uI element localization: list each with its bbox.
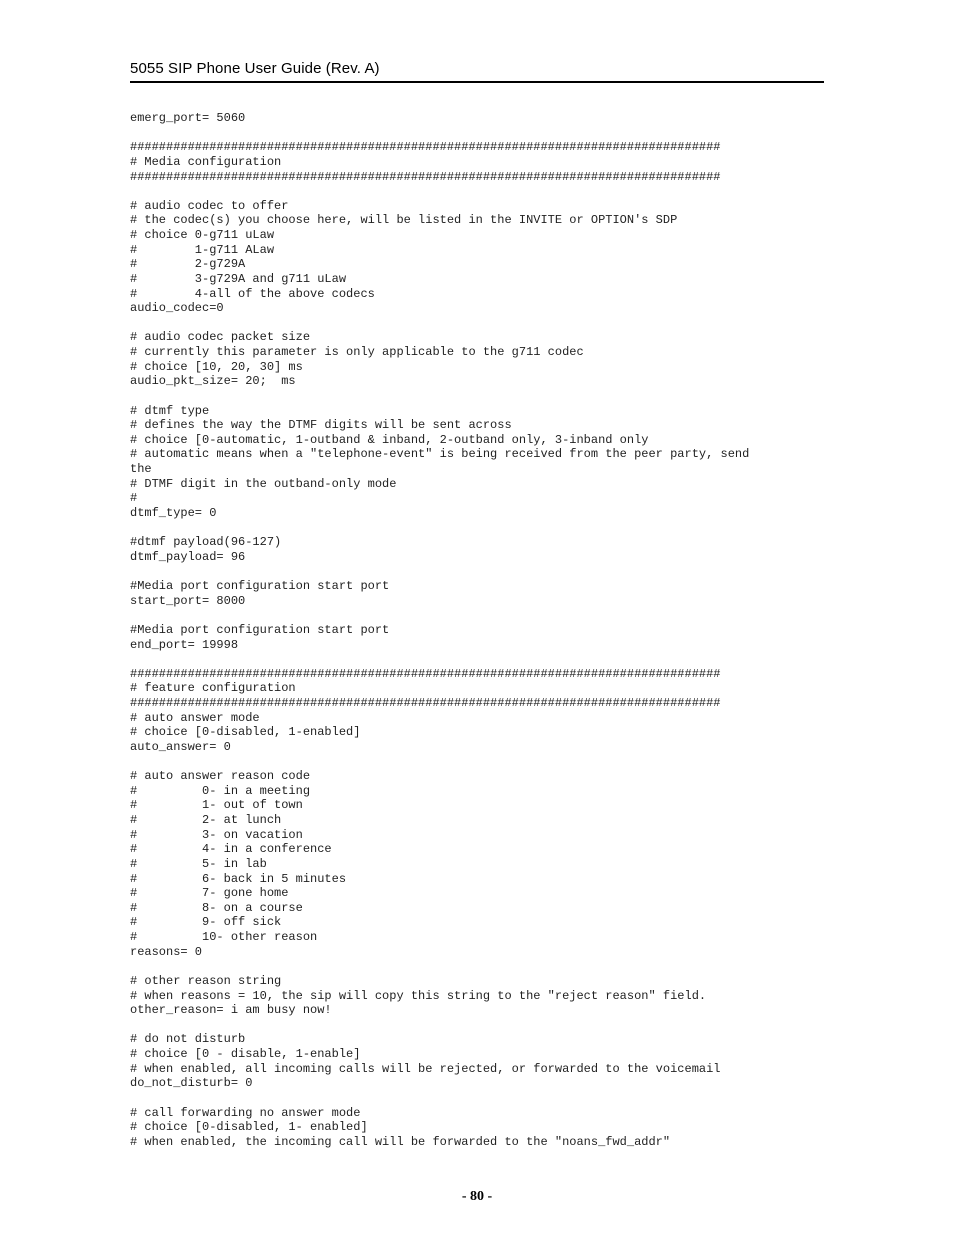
- header-divider: [130, 81, 824, 83]
- page: 5055 SIP Phone User Guide (Rev. A) emerg…: [0, 0, 954, 1235]
- page-header-title: 5055 SIP Phone User Guide (Rev. A): [130, 60, 824, 77]
- config-code-block: emerg_port= 5060 #######################…: [130, 111, 824, 1149]
- page-number: - 80 -: [0, 1189, 954, 1205]
